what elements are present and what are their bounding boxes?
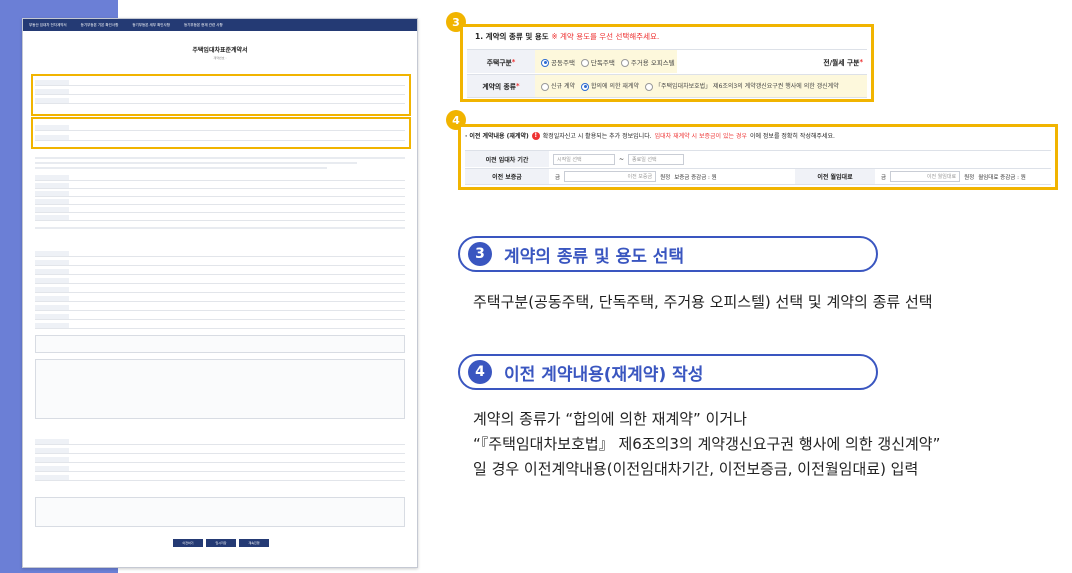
- period-start-input[interactable]: 시작일 선택: [553, 153, 615, 165]
- period-end-input[interactable]: 종료일 선택: [628, 153, 685, 165]
- section4-number: 4: [468, 360, 492, 384]
- contract-type-options: 신규 계약 합의에 의한 재계약 「주택임대차보호법」 제6조의3의 계약갱신요…: [535, 75, 867, 97]
- radio-empty-icon: [541, 82, 549, 91]
- radio-mutual-renewal[interactable]: 합의에 의한 재계약: [581, 81, 639, 91]
- nav-tab[interactable]: 부동산 임대차 전자계약서: [29, 23, 67, 28]
- house-type-row: 주택구분 * 공동주택 단독주택 주거용 오피스텔 전/월세 구분 *: [467, 49, 867, 73]
- document-title: 주택임대차표준계약서: [192, 47, 248, 54]
- prev-period-label: 이전 임대차 기간: [465, 151, 549, 167]
- document-nav: 부동산 임대차 전자계약서 등기부등본 기본 확인사항 등기부등본 세부 확인사…: [23, 19, 417, 31]
- monthly-change-text: 월임대료 증감금 : 원: [978, 174, 1026, 181]
- continue-button[interactable]: 계속진행: [239, 539, 269, 547]
- highlight-step4: [31, 117, 411, 149]
- prev-deposit-input[interactable]: 이전 보증금: [564, 171, 657, 182]
- contract-type-label: 계약의 종류 *: [467, 75, 535, 97]
- section4-desc-line2: “『주택임대차보호법』 제6조의3의 계약갱신요구권 행사에 의한 갱신계약”: [473, 435, 941, 453]
- radio-empty-icon: [620, 58, 629, 67]
- radio-selected-icon: [541, 58, 549, 67]
- step4-title: · 이전 계약내용 (재계약) ! 확정일자신고 시 활용되는 추가 정보입니다…: [465, 131, 835, 140]
- step4-panel: · 이전 계약내용 (재계약) ! 확정일자신고 시 활용되는 추가 정보입니다…: [458, 124, 1058, 190]
- tutorial-slide: 부동산 임대차 전자계약서 등기부등본 기본 확인사항 등기부등본 세부 확인사…: [0, 0, 1072, 573]
- deposit-prefix: 금: [555, 174, 561, 181]
- monthly-unit: 원정: [964, 174, 975, 181]
- prev-amount-row: 이전 보증금 금 이전 보증금 원정 보증금 증감금 : 원 이전 월임대료 금…: [465, 168, 1051, 185]
- house-type-options: 공동주택 단독주택 주거용 오피스텔: [535, 50, 677, 73]
- temp-save-button[interactable]: 임시저장: [206, 539, 236, 547]
- radio-detached[interactable]: 단독주택: [580, 57, 615, 67]
- house-type-label: 주택구분 *: [467, 50, 535, 73]
- prev-monthly-input[interactable]: 이전 월임대료: [890, 171, 961, 182]
- prev-period-row: 이전 임대차 기간 시작일 선택 ~ 종료일 선택: [465, 150, 1051, 167]
- section3-heading: 3 계약의 종류 및 용도 선택: [458, 236, 878, 272]
- prev-deposit-label: 이전 보증금: [465, 169, 549, 184]
- document-subtitle: 계약번호 :: [213, 56, 227, 60]
- radio-empty-icon: [580, 58, 589, 67]
- section4-title: 이전 계약내용(재계약) 작성: [504, 364, 704, 385]
- section3-title: 계약의 종류 및 용도 선택: [504, 246, 685, 267]
- radio-selected-icon: [581, 82, 589, 91]
- section3-description: 주택구분(공동주택, 단독주택, 주거용 오피스텔) 선택 및 계약의 종류 선…: [473, 293, 933, 311]
- deposit-change-text: 보증금 증감금 : 원: [674, 174, 717, 181]
- rent-type-label: 전/월세 구분 *: [823, 57, 863, 67]
- radio-legal-renewal[interactable]: 「주택임대차보호법」 제6조의3의 계약갱신요구권 행사에 의한 갱신계약: [644, 81, 839, 91]
- section4-heading: 4 이전 계약내용(재계약) 작성: [458, 354, 878, 390]
- monthly-prefix: 금: [881, 174, 887, 181]
- period-separator: ~: [619, 155, 625, 163]
- nav-tab[interactable]: 등기부등본 기본 확인사항: [81, 23, 119, 28]
- section4-desc-line3: 일 경우 이전계약내용(이전임대차기간, 이전보증금, 이전월임대료) 입력: [473, 460, 919, 478]
- radio-officetel[interactable]: 주거용 오피스텔: [620, 57, 675, 67]
- prev-button[interactable]: 이전하기: [173, 539, 203, 547]
- section3-number: 3: [468, 242, 492, 266]
- step3-panel: 1. 계약의 종류 및 용도 ※ 계약 용도를 우선 선택해주세요. 주택구분 *…: [460, 24, 874, 102]
- contract-type-row: 계약의 종류 * 신규 계약 합의에 의한 재계약 「주택임대차보호법」 제6조의…: [467, 74, 867, 98]
- contract-document-preview: 부동산 임대차 전자계약서 등기부등본 기본 확인사항 등기부등본 세부 확인사…: [22, 18, 418, 568]
- nav-tab[interactable]: 등기부등본 세부 확인사항: [132, 23, 170, 28]
- nav-tab[interactable]: 등기부등본 현재 관련 사항: [184, 23, 223, 28]
- info-icon: !: [531, 131, 540, 140]
- radio-empty-icon: [644, 82, 653, 91]
- deposit-unit: 원정: [660, 174, 671, 181]
- radio-apartment[interactable]: 공동주택: [541, 57, 575, 67]
- step3-title: 1. 계약의 종류 및 용도 ※ 계약 용도를 우선 선택해주세요.: [475, 32, 660, 41]
- section4-desc-line1: 계약의 종류가 “합의에 의한 재계약” 이거나: [473, 410, 747, 428]
- radio-new-contract[interactable]: 신규 계약: [541, 81, 575, 91]
- prev-monthly-label: 이전 월임대료: [795, 169, 875, 184]
